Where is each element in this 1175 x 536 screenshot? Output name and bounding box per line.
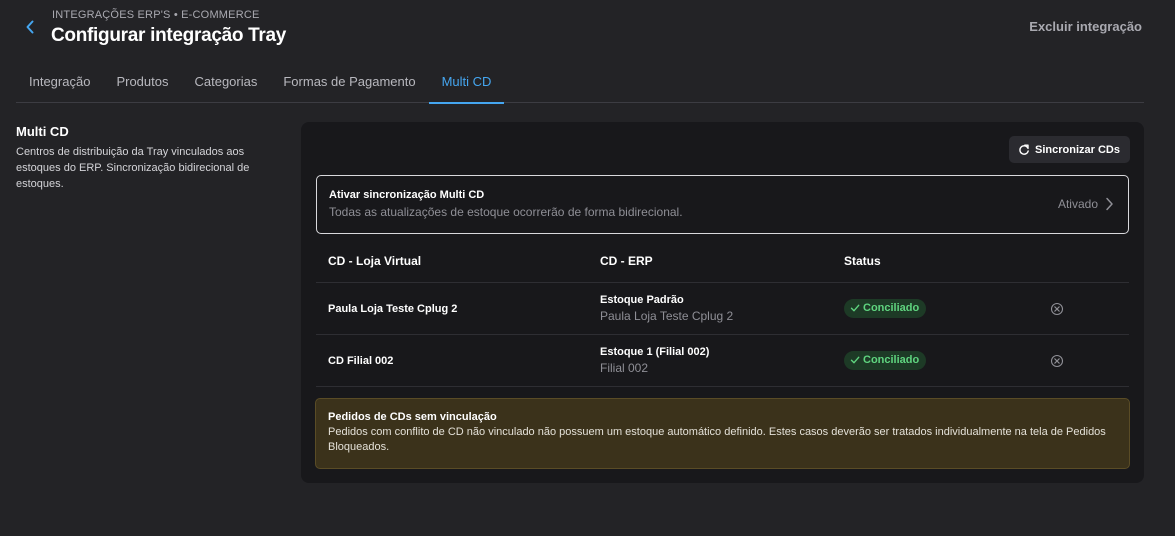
- remove-link-button[interactable]: [1050, 354, 1064, 368]
- erp-branch-name: Filial 002: [600, 361, 649, 375]
- check-icon: [850, 356, 860, 364]
- unlinked-cd-warning: Pedidos de CDs sem vinculação Pedidos co…: [315, 398, 1130, 469]
- chevron-left-icon: [26, 20, 34, 34]
- header-erp-cd: CD - ERP: [600, 254, 653, 268]
- page-title: Configurar integração Tray: [51, 25, 287, 46]
- header-store-cd: CD - Loja Virtual: [328, 254, 422, 268]
- tab-categorias[interactable]: Categorias: [181, 60, 270, 103]
- table-row: CD Filial 002 Estoque 1 (Filial 002) Fil…: [316, 335, 1129, 387]
- table-row: Paula Loja Teste Cplug 2 Estoque Padrão …: [316, 283, 1129, 335]
- tab-integracao[interactable]: Integração: [16, 60, 103, 103]
- tab-multi-cd[interactable]: Multi CD: [428, 60, 505, 104]
- warning-text: Pedidos com conflito de CD não vinculado…: [328, 426, 1106, 453]
- sync-cds-label: Sincronizar CDs: [1035, 143, 1120, 156]
- status-label: Conciliado: [863, 354, 920, 367]
- header-status: Status: [844, 254, 881, 268]
- multi-cd-panel: Sincronizar CDs Ativar sincronização Mul…: [301, 122, 1144, 483]
- erp-stock-name: Estoque 1 (Filial 002): [600, 346, 710, 358]
- sync-cds-button[interactable]: Sincronizar CDs: [1009, 136, 1130, 163]
- check-icon: [850, 304, 860, 312]
- breadcrumb: INTEGRAÇÕES ERP'S • E-COMMERCE: [52, 9, 260, 21]
- status-label: Conciliado: [863, 302, 920, 315]
- delete-integration-button[interactable]: Excluir integração: [1029, 19, 1142, 34]
- multi-cd-sync-toggle[interactable]: Ativar sincronização Multi CD Todas as a…: [316, 175, 1129, 234]
- toggle-description: Todas as atualizações de estoque ocorrer…: [329, 205, 683, 219]
- warning-title: Pedidos de CDs sem vinculação: [328, 411, 497, 423]
- cd-table: CD - Loja Virtual CD - ERP Status Paula …: [316, 240, 1129, 387]
- section-title: Multi CD: [16, 124, 69, 139]
- tab-formas-de-pagamento[interactable]: Formas de Pagamento: [270, 60, 428, 103]
- tab-bar: Integração Produtos Categorias Formas de…: [16, 60, 1144, 104]
- toggle-title: Ativar sincronização Multi CD: [329, 189, 485, 201]
- store-cd-name: CD Filial 002: [328, 354, 394, 367]
- back-button[interactable]: [20, 16, 40, 38]
- toggle-status: Ativado: [1057, 197, 1098, 211]
- status-badge: Conciliado: [844, 350, 927, 370]
- section-description: Centros de distribuição da Tray vinculad…: [16, 146, 250, 190]
- store-cd-name: Paula Loja Teste Cplug 2: [328, 302, 458, 315]
- chevron-right-icon: [1106, 197, 1113, 211]
- erp-stock-name: Estoque Padrão: [600, 294, 684, 306]
- status-badge: Conciliado: [844, 298, 927, 318]
- table-header: CD - Loja Virtual CD - ERP Status: [316, 240, 1129, 283]
- refresh-icon: [1019, 144, 1029, 155]
- remove-link-button[interactable]: [1050, 302, 1064, 316]
- page-header: INTEGRAÇÕES ERP'S • E-COMMERCE Configura…: [0, 0, 1175, 60]
- erp-branch-name: Paula Loja Teste Cplug 2: [600, 309, 734, 323]
- tab-produtos[interactable]: Produtos: [103, 60, 181, 103]
